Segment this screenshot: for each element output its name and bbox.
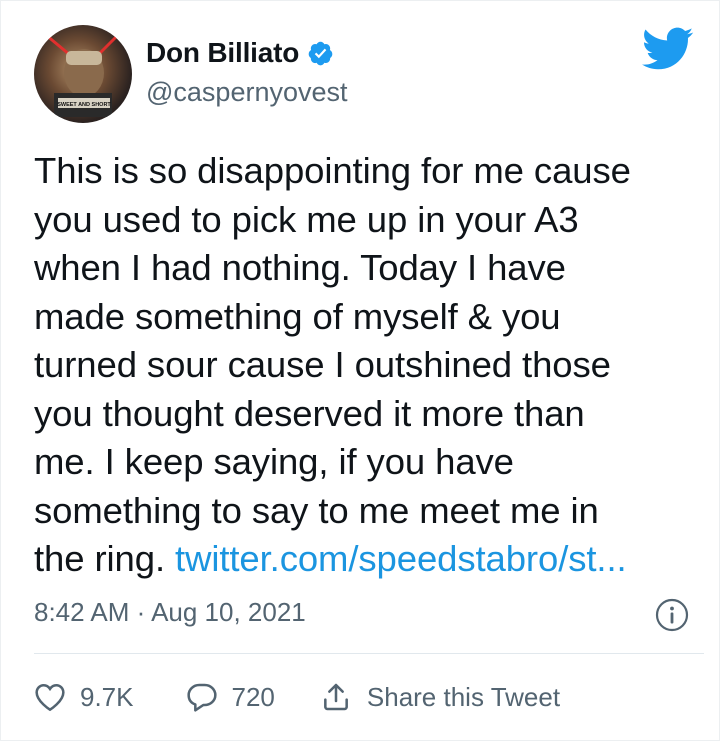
tweet-line: when I had nothing. Today I have — [34, 247, 566, 288]
tweet-line: you used to pick me up in your A3 — [34, 198, 579, 240]
tweet-card: SWEET AND SHORT Don Billiato @caspernyov… — [0, 0, 720, 741]
tweet-line: turned sour cause I outshined those — [34, 344, 611, 385]
tweet-text: This is so disappointing for me cause yo… — [34, 147, 714, 584]
share-label: Share this Tweet — [366, 681, 561, 712]
divider — [34, 653, 704, 654]
reply-button[interactable]: 720 — [186, 682, 275, 713]
tweet-header: SWEET AND SHORT Don Billiato @caspernyov… — [34, 25, 694, 125]
name-row: Don Billiato — [146, 37, 334, 69]
like-count: 9.7K — [80, 681, 134, 712]
tweet-line: made something of myself & you — [34, 295, 561, 337]
user-handle[interactable]: @caspernyovest — [146, 77, 348, 108]
twitter-bird-icon[interactable] — [641, 27, 694, 71]
tweet-line-text: the ring. — [34, 538, 176, 579]
tweet-line: me. I keep saying, if you have — [34, 441, 514, 482]
display-name[interactable]: Don Billiato — [146, 37, 299, 69]
tweet-line: you thought deserved it more than — [34, 392, 585, 434]
tweet-timestamp[interactable]: 8:42 AM · Aug 10, 2021 — [34, 597, 306, 628]
tweet-line: something to say to me meet me in — [34, 489, 599, 531]
verified-badge-icon — [307, 40, 334, 67]
tweet-last-line: the ring. twitter.com/speedstabro/st... — [34, 535, 714, 584]
tweet-actions: 9.7K 720 Share this Tweet — [34, 673, 560, 721]
info-icon[interactable] — [655, 598, 689, 632]
like-button[interactable]: 9.7K — [34, 682, 134, 713]
heart-icon — [35, 683, 65, 712]
reply-bubble-icon — [186, 683, 217, 712]
share-icon — [323, 683, 348, 711]
avatar-caption: SWEET AND SHORT — [57, 102, 111, 108]
reply-count: 720 — [231, 681, 275, 712]
avatar[interactable]: SWEET AND SHORT — [34, 25, 132, 123]
tweet-line: This is so disappointing for me cause — [34, 150, 631, 191]
tweet-link[interactable]: twitter.com/speedstabro/st... — [175, 538, 627, 579]
share-button[interactable]: Share this Tweet — [319, 681, 560, 713]
